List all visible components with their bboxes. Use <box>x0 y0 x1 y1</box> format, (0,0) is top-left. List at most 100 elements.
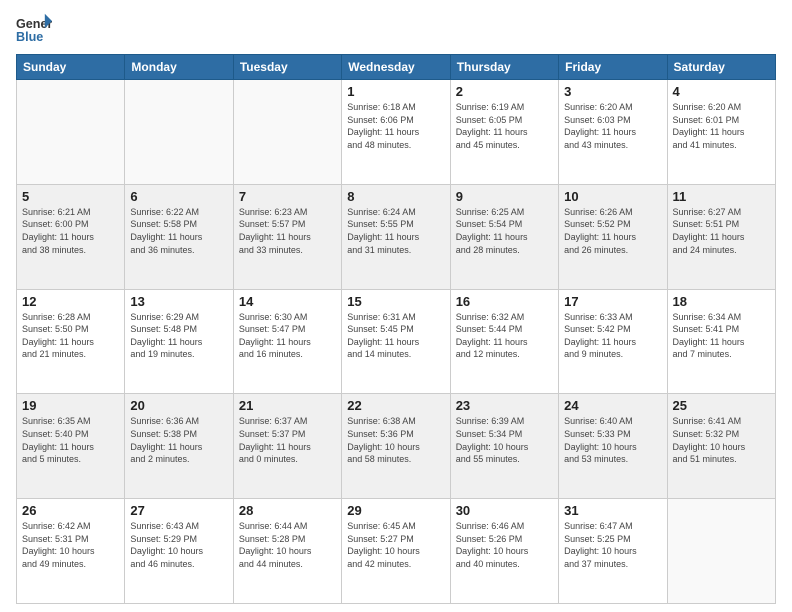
day-info: Sunrise: 6:20 AM Sunset: 6:01 PM Dayligh… <box>673 101 770 151</box>
day-info: Sunrise: 6:33 AM Sunset: 5:42 PM Dayligh… <box>564 311 661 361</box>
calendar-cell: 4 Sunrise: 6:20 AM Sunset: 6:01 PM Daylig… <box>667 80 775 185</box>
weekday-friday: Friday <box>559 55 667 80</box>
calendar-cell: 30Sunrise: 6:46 AM Sunset: 5:26 PM Dayli… <box>450 499 558 604</box>
calendar-cell <box>667 499 775 604</box>
generalblue-logo-icon: General Blue <box>16 12 52 48</box>
calendar-cell: 21Sunrise: 6:37 AM Sunset: 5:37 PM Dayli… <box>233 394 341 499</box>
calendar-cell: 28 Sunrise: 6:44 AM Sunset: 5:28 PM Dayli… <box>233 499 341 604</box>
day-number: 4 <box>673 84 770 99</box>
day-number: 1 <box>347 84 444 99</box>
day-number: 15 <box>347 294 444 309</box>
calendar-week-3: 12 Sunrise: 6:28 AM Sunset: 5:50 PM Dayli… <box>17 289 776 394</box>
day-info: Sunrise: 6:34 AM Sunset: 5:41 PM Dayligh… <box>673 311 770 361</box>
day-info: Sunrise: 6:45 AM Sunset: 5:27 PM Dayligh… <box>347 520 444 570</box>
calendar-week-5: 26 Sunrise: 6:42 AM Sunset: 5:31 PM Dayli… <box>17 499 776 604</box>
day-info: Sunrise: 6:19 AM Sunset: 6:05 PM Dayligh… <box>456 101 553 151</box>
weekday-header-row: SundayMondayTuesdayWednesdayThursdayFrid… <box>17 55 776 80</box>
day-number: 22 <box>347 398 444 413</box>
day-info: Sunrise: 6:22 AM Sunset: 5:58 PM Dayligh… <box>130 206 227 256</box>
weekday-sunday: Sunday <box>17 55 125 80</box>
calendar-cell: 11Sunrise: 6:27 AM Sunset: 5:51 PM Dayli… <box>667 184 775 289</box>
calendar-cell: 10 Sunrise: 6:26 AM Sunset: 5:52 PM Dayli… <box>559 184 667 289</box>
day-info: Sunrise: 6:44 AM Sunset: 5:28 PM Dayligh… <box>239 520 336 570</box>
calendar-cell: 1 Sunrise: 6:18 AM Sunset: 6:06 PM Daylig… <box>342 80 450 185</box>
day-number: 10 <box>564 189 661 204</box>
calendar-cell: 16Sunrise: 6:32 AM Sunset: 5:44 PM Dayli… <box>450 289 558 394</box>
day-info: Sunrise: 6:29 AM Sunset: 5:48 PM Dayligh… <box>130 311 227 361</box>
day-number: 6 <box>130 189 227 204</box>
day-info: Sunrise: 6:32 AM Sunset: 5:44 PM Dayligh… <box>456 311 553 361</box>
day-number: 26 <box>22 503 119 518</box>
calendar-cell: 2 Sunrise: 6:19 AM Sunset: 6:05 PM Daylig… <box>450 80 558 185</box>
day-info: Sunrise: 6:39 AM Sunset: 5:34 PM Dayligh… <box>456 415 553 465</box>
day-info: Sunrise: 6:40 AM Sunset: 5:33 PM Dayligh… <box>564 415 661 465</box>
day-number: 3 <box>564 84 661 99</box>
day-number: 25 <box>673 398 770 413</box>
calendar-cell: 22 Sunrise: 6:38 AM Sunset: 5:36 PM Dayli… <box>342 394 450 499</box>
calendar-cell: 31Sunrise: 6:47 AM Sunset: 5:25 PM Dayli… <box>559 499 667 604</box>
day-info: Sunrise: 6:38 AM Sunset: 5:36 PM Dayligh… <box>347 415 444 465</box>
day-info: Sunrise: 6:20 AM Sunset: 6:03 PM Dayligh… <box>564 101 661 151</box>
day-info: Sunrise: 6:18 AM Sunset: 6:06 PM Dayligh… <box>347 101 444 151</box>
calendar-week-1: 1 Sunrise: 6:18 AM Sunset: 6:06 PM Daylig… <box>17 80 776 185</box>
calendar-cell: 19Sunrise: 6:35 AM Sunset: 5:40 PM Dayli… <box>17 394 125 499</box>
day-info: Sunrise: 6:46 AM Sunset: 5:26 PM Dayligh… <box>456 520 553 570</box>
day-number: 27 <box>130 503 227 518</box>
day-number: 28 <box>239 503 336 518</box>
day-number: 23 <box>456 398 553 413</box>
calendar-cell: 29Sunrise: 6:45 AM Sunset: 5:27 PM Dayli… <box>342 499 450 604</box>
day-number: 24 <box>564 398 661 413</box>
day-info: Sunrise: 6:35 AM Sunset: 5:40 PM Dayligh… <box>22 415 119 465</box>
weekday-saturday: Saturday <box>667 55 775 80</box>
svg-text:Blue: Blue <box>16 30 43 44</box>
day-info: Sunrise: 6:37 AM Sunset: 5:37 PM Dayligh… <box>239 415 336 465</box>
calendar-week-4: 19Sunrise: 6:35 AM Sunset: 5:40 PM Dayli… <box>17 394 776 499</box>
weekday-wednesday: Wednesday <box>342 55 450 80</box>
day-info: Sunrise: 6:28 AM Sunset: 5:50 PM Dayligh… <box>22 311 119 361</box>
day-number: 11 <box>673 189 770 204</box>
calendar-cell: 12 Sunrise: 6:28 AM Sunset: 5:50 PM Dayli… <box>17 289 125 394</box>
day-number: 17 <box>564 294 661 309</box>
calendar-cell <box>17 80 125 185</box>
day-number: 12 <box>22 294 119 309</box>
weekday-monday: Monday <box>125 55 233 80</box>
day-number: 18 <box>673 294 770 309</box>
calendar-cell: 13 Sunrise: 6:29 AM Sunset: 5:48 PM Dayli… <box>125 289 233 394</box>
day-number: 13 <box>130 294 227 309</box>
day-number: 2 <box>456 84 553 99</box>
page: General Blue SundayMondayTuesdayWednesda… <box>0 0 792 612</box>
calendar-cell <box>125 80 233 185</box>
day-info: Sunrise: 6:36 AM Sunset: 5:38 PM Dayligh… <box>130 415 227 465</box>
weekday-thursday: Thursday <box>450 55 558 80</box>
day-info: Sunrise: 6:26 AM Sunset: 5:52 PM Dayligh… <box>564 206 661 256</box>
day-info: Sunrise: 6:30 AM Sunset: 5:47 PM Dayligh… <box>239 311 336 361</box>
day-info: Sunrise: 6:41 AM Sunset: 5:32 PM Dayligh… <box>673 415 770 465</box>
day-info: Sunrise: 6:42 AM Sunset: 5:31 PM Dayligh… <box>22 520 119 570</box>
calendar-cell <box>233 80 341 185</box>
day-info: Sunrise: 6:21 AM Sunset: 6:00 PM Dayligh… <box>22 206 119 256</box>
logo: General Blue <box>16 12 52 48</box>
calendar-cell: 26 Sunrise: 6:42 AM Sunset: 5:31 PM Dayli… <box>17 499 125 604</box>
calendar-cell: 27 Sunrise: 6:43 AM Sunset: 5:29 PM Dayli… <box>125 499 233 604</box>
day-number: 7 <box>239 189 336 204</box>
calendar-cell: 3 Sunrise: 6:20 AM Sunset: 6:03 PM Daylig… <box>559 80 667 185</box>
header: General Blue <box>16 12 776 48</box>
calendar-cell: 5Sunrise: 6:21 AM Sunset: 6:00 PM Daylig… <box>17 184 125 289</box>
calendar-cell: 6 Sunrise: 6:22 AM Sunset: 5:58 PM Daylig… <box>125 184 233 289</box>
calendar-cell: 14Sunrise: 6:30 AM Sunset: 5:47 PM Dayli… <box>233 289 341 394</box>
calendar-cell: 23 Sunrise: 6:39 AM Sunset: 5:34 PM Dayli… <box>450 394 558 499</box>
calendar-cell: 20 Sunrise: 6:36 AM Sunset: 5:38 PM Dayli… <box>125 394 233 499</box>
day-number: 20 <box>130 398 227 413</box>
calendar-cell: 17 Sunrise: 6:33 AM Sunset: 5:42 PM Dayli… <box>559 289 667 394</box>
calendar-cell: 25 Sunrise: 6:41 AM Sunset: 5:32 PM Dayli… <box>667 394 775 499</box>
day-info: Sunrise: 6:31 AM Sunset: 5:45 PM Dayligh… <box>347 311 444 361</box>
calendar-week-2: 5Sunrise: 6:21 AM Sunset: 6:00 PM Daylig… <box>17 184 776 289</box>
calendar-cell: 9Sunrise: 6:25 AM Sunset: 5:54 PM Daylig… <box>450 184 558 289</box>
day-info: Sunrise: 6:43 AM Sunset: 5:29 PM Dayligh… <box>130 520 227 570</box>
calendar-cell: 24 Sunrise: 6:40 AM Sunset: 5:33 PM Dayli… <box>559 394 667 499</box>
calendar-table: SundayMondayTuesdayWednesdayThursdayFrid… <box>16 54 776 604</box>
day-info: Sunrise: 6:25 AM Sunset: 5:54 PM Dayligh… <box>456 206 553 256</box>
day-info: Sunrise: 6:47 AM Sunset: 5:25 PM Dayligh… <box>564 520 661 570</box>
day-info: Sunrise: 6:24 AM Sunset: 5:55 PM Dayligh… <box>347 206 444 256</box>
weekday-tuesday: Tuesday <box>233 55 341 80</box>
